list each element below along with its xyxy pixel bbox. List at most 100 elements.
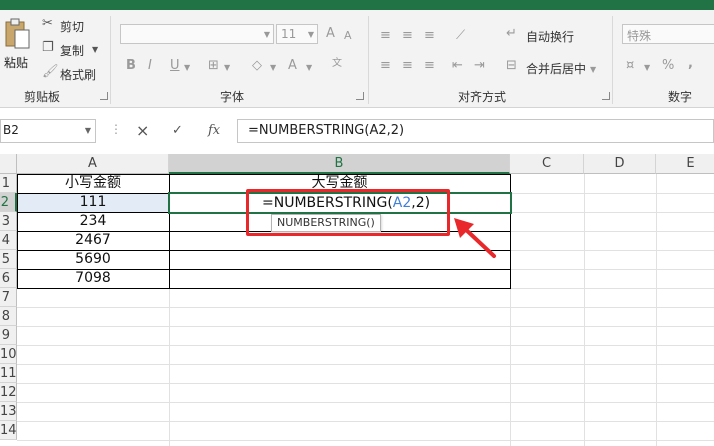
row-header[interactable]: 10	[0, 345, 17, 364]
accounting-format-icon[interactable]: ¤	[626, 58, 634, 74]
merge-center-button[interactable]: 合并后居中	[526, 60, 586, 77]
formula-bar-grip-icon[interactable]: ⋮	[110, 122, 122, 136]
font-size-value: 11	[281, 27, 297, 41]
column-header-d[interactable]: D	[584, 154, 656, 174]
separator	[110, 16, 111, 104]
cell-a2[interactable]: 111	[17, 193, 169, 212]
align-right-icon[interactable]: ≡	[424, 58, 435, 74]
row-header[interactable]: 2	[0, 193, 17, 212]
row-header[interactable]: 4	[0, 231, 17, 250]
table-border	[17, 174, 18, 289]
gridline	[584, 174, 585, 446]
row-header[interactable]: 11	[0, 364, 17, 383]
cancel-icon[interactable]: ×	[136, 121, 149, 140]
gridline	[17, 345, 714, 346]
table-border	[17, 269, 511, 270]
font-color-dropdown-icon[interactable]: ▼	[306, 60, 312, 76]
row-header[interactable]: 6	[0, 269, 17, 288]
phonetic-guide-icon[interactable]: 文	[332, 56, 342, 72]
align-bottom-icon[interactable]: ≡	[424, 28, 435, 44]
ribbon-tab-strip	[0, 0, 714, 10]
bold-button[interactable]: B	[126, 58, 136, 74]
underline-dropdown-icon[interactable]: ▼	[184, 60, 190, 76]
copy-button[interactable]: 复制	[60, 42, 84, 59]
cut-button[interactable]: 剪切	[60, 18, 84, 35]
name-box[interactable]: B2 ▼	[0, 119, 96, 143]
align-left-icon[interactable]: ≡	[380, 58, 391, 74]
font-group-label: 字体	[220, 90, 245, 104]
row-header[interactable]: 8	[0, 307, 17, 326]
row-header[interactable]: 12	[0, 383, 17, 402]
format-painter-icon: 🖌	[42, 64, 59, 79]
wrap-text-button[interactable]: 自动换行	[526, 28, 574, 45]
orientation-icon[interactable]: ⟋	[456, 28, 465, 44]
formula-buttons: × ✓ fx	[124, 119, 232, 143]
paste-label: 粘贴	[4, 56, 29, 70]
italic-button[interactable]: I	[148, 58, 152, 74]
row-header[interactable]: 9	[0, 326, 17, 345]
row-header[interactable]: 7	[0, 288, 17, 307]
worksheet-grid[interactable]: A B C D E 1 2 3 4 5 6 7 8 9 10 11 12 13 …	[0, 154, 714, 446]
cell-a6[interactable]: 7098	[17, 269, 169, 288]
align-top-icon[interactable]: ≡	[380, 28, 391, 44]
font-color-icon[interactable]: A	[288, 58, 297, 74]
confirm-icon[interactable]: ✓	[172, 123, 183, 138]
separator	[368, 16, 369, 104]
merge-center-dropdown-icon[interactable]: ▼	[590, 62, 596, 78]
copy-dropdown-icon[interactable]: ▼	[92, 42, 98, 58]
formula-input[interactable]: =NUMBERSTRING(A2,2)	[237, 119, 714, 143]
row-header[interactable]: 3	[0, 212, 17, 231]
gridline	[17, 383, 714, 384]
annotation-arrow-icon	[454, 218, 496, 258]
gridline	[17, 307, 714, 308]
row-header[interactable]: 13	[0, 402, 17, 421]
decrease-font-icon[interactable]: A	[344, 28, 352, 44]
ribbon: 粘贴 ✂ 剪切 ❐ 复制 ▼ 🖌 格式刷 剪贴板 ▼ 11 ▼ A A B I …	[0, 10, 714, 108]
underline-button[interactable]: U	[170, 58, 180, 74]
column-header-b[interactable]: B	[169, 154, 510, 174]
fill-color-icon[interactable]: ◇	[252, 58, 262, 74]
row-header[interactable]: 1	[0, 174, 17, 193]
font-name-combo[interactable]: ▼	[120, 24, 274, 44]
clipboard-dialog-launcher[interactable]	[100, 92, 108, 100]
cell-a4[interactable]: 2467	[17, 231, 169, 250]
alignment-dialog-launcher[interactable]	[602, 92, 610, 100]
increase-indent-icon[interactable]: ⇥	[474, 58, 485, 74]
font-dialog-launcher[interactable]	[356, 92, 364, 100]
percent-style-button[interactable]: %	[662, 58, 674, 74]
column-header-c[interactable]: C	[510, 154, 584, 174]
column-header-a[interactable]: A	[17, 154, 169, 174]
align-center-icon[interactable]: ≡	[402, 58, 413, 74]
font-size-combo[interactable]: 11 ▼	[276, 24, 318, 44]
increase-font-icon[interactable]: A	[326, 26, 335, 42]
wrap-text-icon: ↵	[506, 26, 517, 41]
gridline	[17, 326, 714, 327]
row-header[interactable]: 5	[0, 250, 17, 269]
cell-a1[interactable]: 小写金额	[17, 174, 169, 193]
table-border	[17, 288, 511, 289]
comma-style-button[interactable]: ,	[688, 56, 693, 72]
merge-center-icon: ⊟	[506, 58, 517, 73]
formula-bar: B2 ▼ ⋮ × ✓ fx =NUMBERSTRING(A2,2)	[0, 108, 714, 154]
insert-function-icon[interactable]: fx	[208, 123, 220, 138]
column-header-e[interactable]: E	[656, 154, 714, 174]
borders-icon[interactable]: ⊞	[208, 58, 219, 74]
paste-button[interactable]: 粘贴	[2, 14, 34, 74]
row-header[interactable]: 14	[0, 421, 17, 440]
name-box-dropdown-icon[interactable]: ▼	[85, 126, 91, 135]
accounting-dropdown-icon[interactable]: ▼	[644, 60, 650, 76]
format-painter-button[interactable]: 格式刷	[60, 66, 96, 83]
cell-a3[interactable]: 234	[17, 212, 169, 231]
gridline	[656, 174, 657, 446]
name-box-value: B2	[3, 123, 19, 137]
decrease-indent-icon[interactable]: ⇤	[452, 58, 463, 74]
alignment-group-label: 对齐方式	[458, 90, 507, 104]
number-format-combo[interactable]: 特殊	[622, 24, 714, 44]
cell-a5[interactable]: 5690	[17, 250, 169, 269]
borders-dropdown-icon[interactable]: ▼	[224, 60, 230, 76]
fill-color-dropdown-icon[interactable]: ▼	[270, 60, 276, 76]
gridline	[17, 364, 714, 365]
number-format-value: 特殊	[627, 29, 652, 43]
align-middle-icon[interactable]: ≡	[402, 28, 413, 44]
select-all-corner[interactable]	[0, 154, 17, 174]
